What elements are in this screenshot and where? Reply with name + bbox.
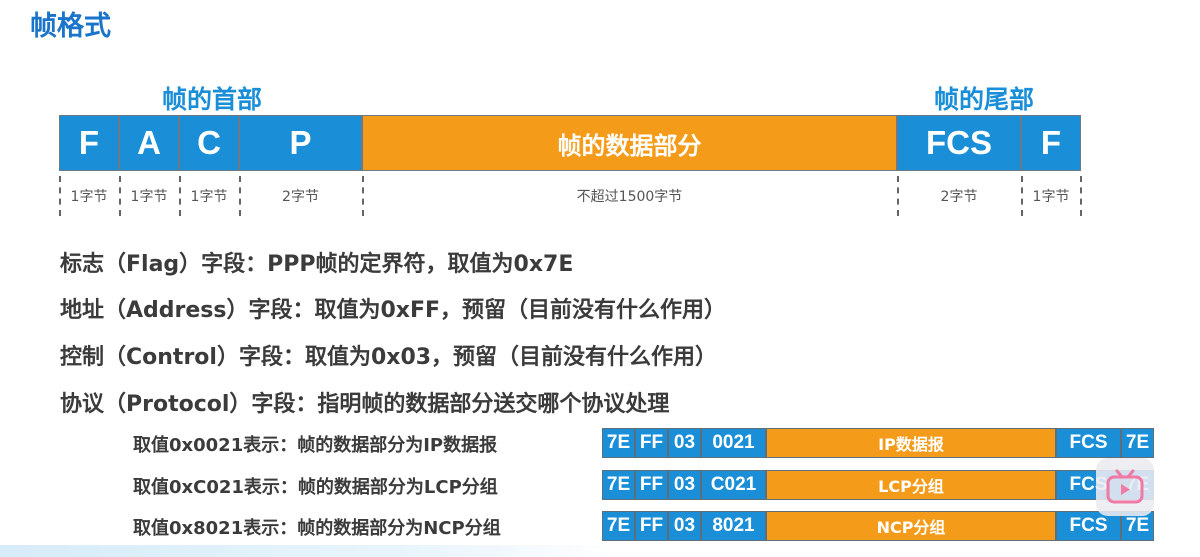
mini-cell: 03 <box>668 470 701 500</box>
mini-cell: 7E <box>602 428 635 458</box>
mini-cell: 8021 <box>701 511 766 541</box>
frame-field-flag-end: F <box>1021 115 1081 171</box>
field-size: 2字节 <box>282 189 319 205</box>
protocol-ncp-text: 取值0x8021表示：帧的数据部分为NCP分组 <box>133 518 501 539</box>
mini-cell: FF <box>635 428 668 458</box>
page-title: 帧格式 <box>30 11 111 42</box>
mini-cell: FF <box>635 470 668 500</box>
mini-cell: 7E <box>602 470 635 500</box>
mini-cell-data: IP数据报 <box>766 428 1056 458</box>
mini-cell: FCS <box>1056 428 1121 458</box>
trailer-label: 帧的尾部 <box>934 85 1035 114</box>
mini-frame-lcp: 7E FF 03 C021 LCP分组 FCS 7E <box>602 470 1154 500</box>
mini-cell: 7E <box>1121 428 1154 458</box>
mini-cell: 7E <box>602 511 635 541</box>
frame-field-fcs: FCS <box>897 115 1021 171</box>
mini-cell-data: NCP分组 <box>766 511 1056 541</box>
mini-cell: C021 <box>701 470 766 500</box>
frame-field-control: C <box>179 115 239 171</box>
mini-frame-ip: 7E FF 03 0021 IP数据报 FCS 7E <box>602 428 1154 458</box>
field-size: 不超过1500字节 <box>576 189 683 205</box>
mini-cell-data: LCP分组 <box>766 470 1056 500</box>
frame-field-address: A <box>119 115 179 171</box>
control-description: 控制（Control）字段：取值为0x03，预留（目前没有什么作用） <box>60 345 718 370</box>
decorative-wave <box>0 545 620 557</box>
mini-cell: 03 <box>668 511 701 541</box>
protocol-lcp-text: 取值0xC021表示：帧的数据部分为LCP分组 <box>133 477 498 498</box>
field-size: 1字节 <box>70 189 108 205</box>
frame-field-flag: F <box>59 115 119 171</box>
field-size: 1字节 <box>190 189 228 205</box>
mini-cell: 03 <box>668 428 701 458</box>
bilibili-tv-icon[interactable] <box>1096 458 1154 516</box>
frame-field-protocol: P <box>239 115 362 171</box>
mini-cell: 0021 <box>701 428 766 458</box>
frame-field-data: 帧的数据部分 <box>362 115 897 171</box>
ppp-frame: F A C P 帧的数据部分 FCS F <box>59 115 1081 171</box>
mini-cell: FF <box>635 511 668 541</box>
protocol-ip-text: 取值0x0021表示：帧的数据部分为IP数据报 <box>133 435 498 456</box>
address-description: 地址（Address）字段：取值为0xFF，预留（目前没有什么作用） <box>60 298 727 323</box>
field-size: 1字节 <box>1032 189 1070 205</box>
field-size: 2字节 <box>940 189 978 205</box>
mini-frame-ncp: 7E FF 03 8021 NCP分组 FCS 7E <box>602 511 1154 541</box>
flag-description: 标志（Flag）字段：PPP帧的定界符，取值为0x7E <box>60 252 574 277</box>
protocol-description: 协议（Protocol）字段：指明帧的数据部分送交哪个协议处理 <box>60 392 670 417</box>
header-label: 帧的首部 <box>162 85 263 114</box>
field-size: 1字节 <box>130 189 168 205</box>
